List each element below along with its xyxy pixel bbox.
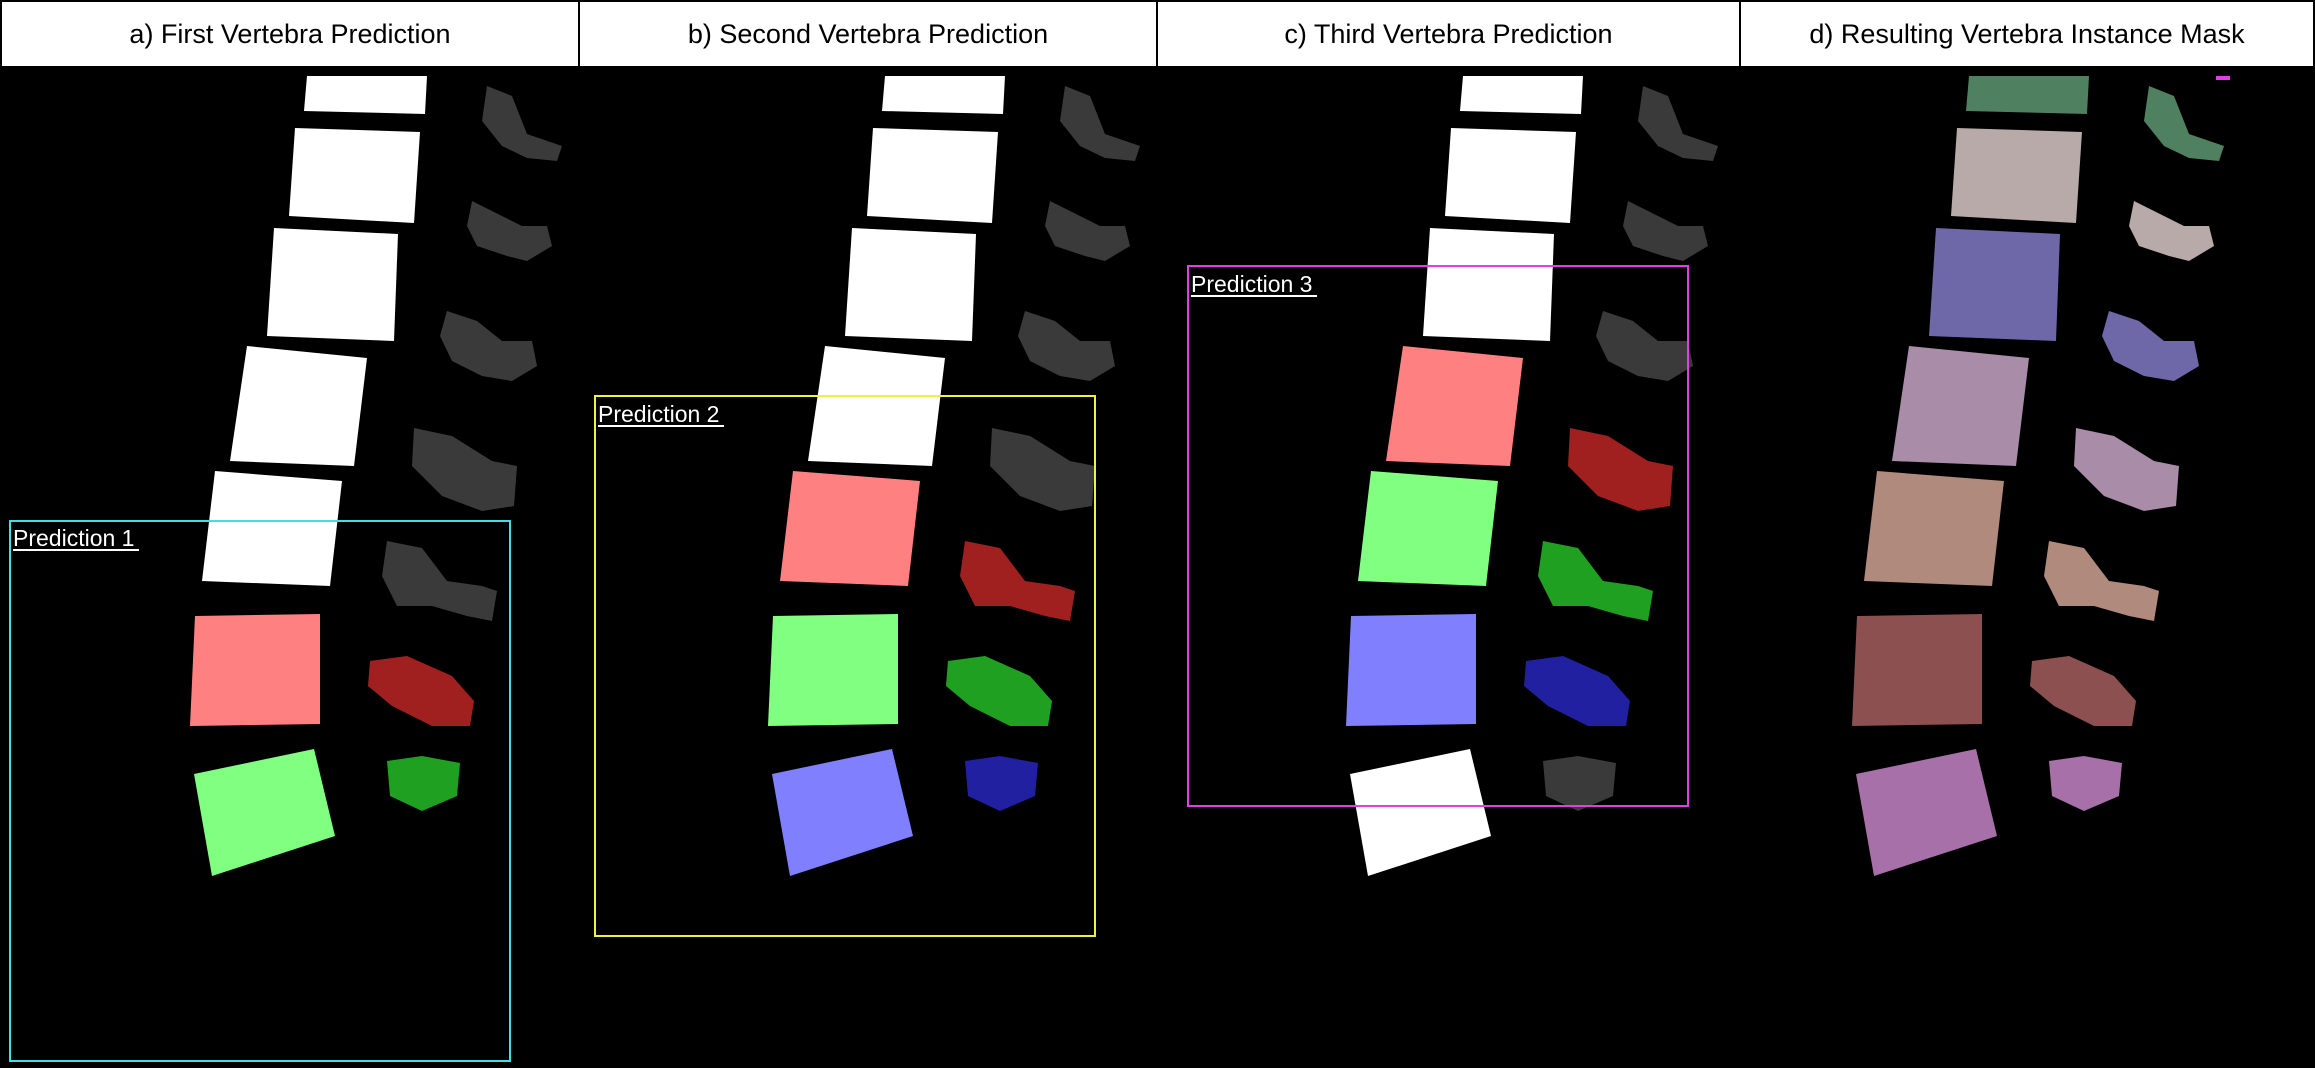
vertebra-process <box>2074 428 2179 511</box>
vertebra-body <box>230 346 367 466</box>
vertebra-body <box>808 346 945 466</box>
vertebra-body <box>202 471 342 586</box>
vertebra-process <box>946 656 1052 726</box>
vertebra-process <box>368 656 474 726</box>
vertebra-process <box>387 756 460 811</box>
prediction-label: Prediction 3 <box>1191 271 1312 297</box>
panel-a: a) First Vertebra Prediction Prediction … <box>0 0 580 1068</box>
vertebra-process <box>467 201 552 261</box>
vertebra-process <box>1538 541 1653 621</box>
vertebra-body <box>1445 128 1576 223</box>
panel-d: d) Resulting Vertebra Instance Mask <box>1739 0 2315 1068</box>
panel-c-spine: Prediction 3 <box>1187 76 1718 876</box>
vertebra-process <box>1623 201 1708 261</box>
vertebra-process <box>1568 428 1673 511</box>
vertebra-body <box>1929 228 2060 341</box>
prediction-label: Prediction 2 <box>598 401 719 427</box>
vertebra-process <box>2129 201 2214 261</box>
vertebra-body <box>867 128 998 223</box>
vertebra-body <box>845 228 976 341</box>
panel-b-title: b) Second Vertebra Prediction <box>580 2 1156 66</box>
panel-c-title: c) Third Vertebra Prediction <box>1158 2 1739 66</box>
vertebra-body <box>780 471 920 586</box>
prediction-label: Prediction 1 <box>13 525 134 551</box>
vertebra-body <box>1892 346 2029 466</box>
vertebra-body <box>1951 128 2082 223</box>
vertebra-body <box>1856 749 1997 876</box>
vertebra-body <box>1346 614 1476 726</box>
panel-c: c) Third Vertebra Prediction Prediction … <box>1156 0 1741 1068</box>
vertebra-process <box>2144 86 2224 161</box>
panel-d-image <box>1741 66 2313 1066</box>
panel-a-title: a) First Vertebra Prediction <box>2 2 578 66</box>
vertebra-body <box>1386 346 1523 466</box>
vertebra-process <box>1018 311 1115 381</box>
panel-c-image: Prediction 3 <box>1158 66 1739 1066</box>
vertebra-process <box>482 86 562 161</box>
vertebra-process <box>1524 656 1630 726</box>
vertebra-body <box>768 614 898 726</box>
vertebra-body <box>772 749 913 876</box>
vertebra-process <box>382 541 497 621</box>
vertebra-body <box>1852 614 1982 726</box>
vertebra-body <box>1423 228 1554 341</box>
vertebra-body <box>1864 471 2004 586</box>
vertebra-body <box>267 228 398 341</box>
vertebra-body <box>1358 471 1498 586</box>
panel-b: b) Second Vertebra Prediction Prediction… <box>578 0 1158 1068</box>
vertebra-process <box>990 428 1095 511</box>
vertebra-process <box>412 428 517 511</box>
vertebra-body <box>304 76 427 114</box>
vertebra-process <box>1596 311 1693 381</box>
panel-a-image: Prediction 1 <box>2 66 578 1066</box>
vertebra-process <box>1638 86 1718 161</box>
vertebra-process <box>2049 756 2122 811</box>
panel-d-title: d) Resulting Vertebra Instance Mask <box>1741 2 2313 66</box>
vertebra-process <box>1060 86 1140 161</box>
vertebra-body <box>1350 749 1491 876</box>
vertebra-body <box>194 749 335 876</box>
vertebra-process <box>2030 656 2136 726</box>
vertebra-process <box>960 541 1075 621</box>
vertebra-body <box>190 614 320 726</box>
vertebra-body <box>882 76 1005 114</box>
vertebra-process <box>2044 541 2159 621</box>
vertebra-process <box>965 756 1038 811</box>
small-instance-fragment <box>2216 76 2230 80</box>
vertebra-process <box>2102 311 2199 381</box>
vertebra-process <box>1045 201 1130 261</box>
vertebra-process <box>1543 756 1616 811</box>
panel-b-image: Prediction 2 <box>580 66 1156 1066</box>
vertebra-body <box>289 128 420 223</box>
vertebra-body <box>1460 76 1583 114</box>
vertebra-body <box>1966 76 2089 114</box>
panel-d-spine <box>1852 76 2230 876</box>
vertebra-process <box>440 311 537 381</box>
panel-b-spine: Prediction 2 <box>594 76 1140 937</box>
panel-a-spine: Prediction 1 <box>9 76 562 1062</box>
